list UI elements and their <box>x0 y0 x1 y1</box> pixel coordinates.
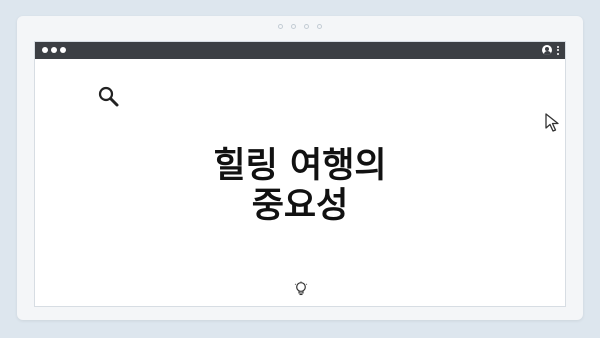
titlebar-actions <box>542 45 559 55</box>
frame-dot <box>278 24 283 29</box>
search-icon[interactable] <box>97 85 121 109</box>
browser-titlebar <box>35 42 565 59</box>
window-dot-icon[interactable] <box>42 47 48 53</box>
frame-dot <box>291 24 296 29</box>
window-dot-icon[interactable] <box>51 47 57 53</box>
lightbulb-icon <box>294 281 308 296</box>
frame-dot <box>304 24 309 29</box>
frame-dot <box>317 24 322 29</box>
browser-window: 힐링 여행의 중요성 <box>34 41 566 307</box>
article-title-line2: 중요성 <box>251 186 349 226</box>
window-controls <box>42 47 66 53</box>
article-title-line1: 힐링 여행의 <box>213 146 387 186</box>
mouse-pointer-icon <box>545 113 559 132</box>
kebab-menu-icon[interactable] <box>557 45 559 55</box>
frame-indicator-dots <box>17 24 583 29</box>
profile-icon[interactable] <box>542 45 552 55</box>
window-dot-icon[interactable] <box>60 47 66 53</box>
